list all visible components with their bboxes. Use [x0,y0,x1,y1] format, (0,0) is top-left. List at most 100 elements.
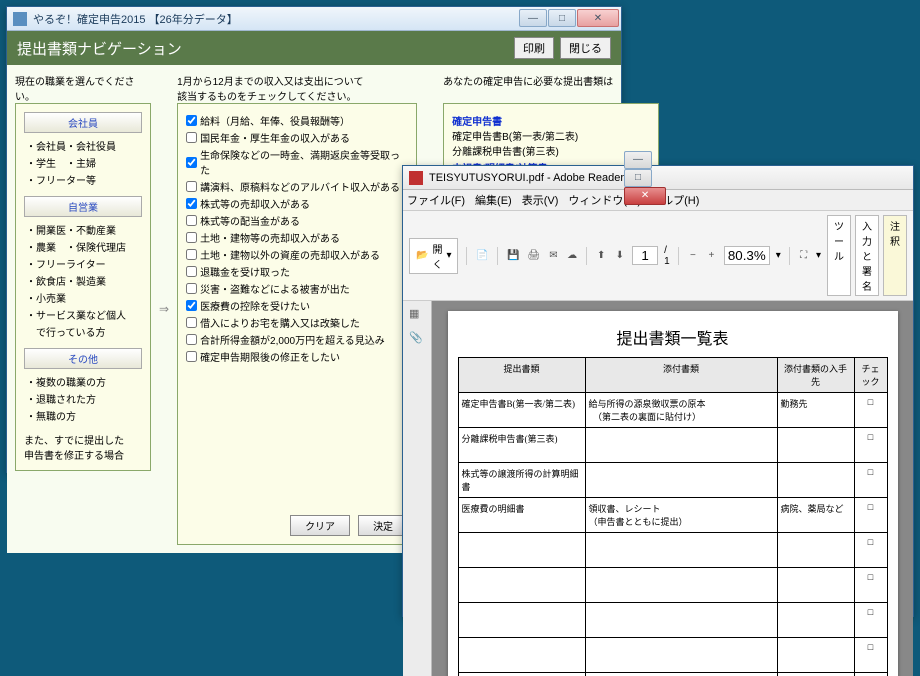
print-icon[interactable]: 🖨 [526,245,541,267]
income-checkbox-row[interactable]: 給料（月給、年俸、役員報酬等） [186,112,408,129]
table-cell [585,673,777,676]
occupation-item: ・飲食店・製造業 [24,272,142,289]
check-cell[interactable]: □ [854,393,887,428]
income-checkbox-row[interactable]: 医療費の控除を受けたい [186,297,408,314]
table-header: チェック [854,358,887,393]
income-checkbox-row[interactable]: 生命保険などの一時金、満期返戻金等受取った [186,146,408,178]
cat-other[interactable]: その他 [24,348,142,369]
income-checkbox-row[interactable]: 合計所得金額が2,000万円を超える見込み [186,331,408,348]
pdf-titlebar[interactable]: TEISYUTUSYORUI.pdf - Adobe Reader ― □ ✕ [403,166,913,190]
check-cell[interactable]: □ [854,498,887,533]
income-checkbox-row[interactable]: 退職金を受け取った [186,263,408,280]
prev-page-icon[interactable]: ⬆ [595,245,608,267]
income-checkbox[interactable] [186,115,197,126]
pdf-minimize[interactable]: ― [624,151,652,169]
table-cell: 給与所得の源泉徴収票の原本 （第二表の裏面に貼付け） [585,393,777,428]
income-checkbox-row[interactable]: 国民年金・厚生年金の収入がある [186,129,408,146]
income-checkbox-row[interactable]: 借入によりお宅を購入又は改築した [186,314,408,331]
menu-item[interactable]: 編集(E) [475,192,512,208]
print-button[interactable]: 印刷 [514,37,554,59]
thumbnails-icon[interactable]: ▦ [409,307,425,323]
table-cell: 株式等の譲渡所得の計算明細書 [458,463,585,498]
table-cell [777,568,854,603]
save-icon[interactable]: 💾 [506,245,520,267]
check-cell[interactable]: □ [854,568,887,603]
close-button[interactable]: ✕ [577,9,619,27]
table-cell [585,568,777,603]
income-checkbox-row[interactable]: 土地・建物以外の資産の売却収入がある [186,246,408,263]
col2-header: 1月から12月までの収入又は支出について 該当するものをチェックしてください。 [177,73,417,97]
table-header: 添付書類 [585,358,777,393]
maximize-button[interactable]: □ [548,9,576,27]
open-button[interactable]: 📂 開く ▾ [409,238,458,274]
income-checkbox[interactable] [186,198,197,209]
check-cell[interactable]: □ [854,463,887,498]
table-cell: 勤務先 [777,393,854,428]
doc-item: 分離課税申告書(第三表) [452,143,650,158]
titlebar[interactable]: やるぞ！確定申告2015 【26年分データ】 ― □ ✕ [7,7,621,31]
occupation-item: ・小売業 [24,289,142,306]
decide-button[interactable]: 決定 [358,515,408,536]
sign-button[interactable]: 入力と署名 [855,215,879,296]
table-cell [458,638,585,673]
check-cell[interactable]: □ [854,533,887,568]
col2-wrap: 1月から12月までの収入又は支出について 該当するものをチェックしてください。 … [177,73,417,545]
app-title: やるぞ！確定申告2015 【26年分データ】 [33,11,238,27]
income-checkbox[interactable] [186,232,197,243]
minimize-button[interactable]: ― [519,9,547,27]
income-checkbox[interactable] [186,283,197,294]
occupation-item: ・サービス業など個人 [24,306,142,323]
check-cell[interactable]: □ [854,428,887,463]
page-area[interactable]: 提出書類一覧表 提出書類添付書類添付書類の入手先チェック確定申告書B(第一表/第… [432,301,913,676]
fit-icon[interactable]: ⛶ [797,245,810,267]
income-checkbox[interactable] [186,181,197,192]
zoom-out-icon[interactable]: − [687,245,700,267]
income-checkbox[interactable] [186,266,197,277]
income-checkbox[interactable] [186,351,197,362]
table-row: □ [458,603,887,638]
mail-icon[interactable]: ✉ [547,245,560,267]
occupation-item: ・退職された方 [24,390,142,407]
income-label: 株式等の売却収入がある [200,196,310,211]
table-cell [585,603,777,638]
table-cell [585,533,777,568]
table-cell [585,638,777,673]
income-checkbox[interactable] [186,317,197,328]
table-cell [458,568,585,603]
income-checkbox[interactable] [186,157,197,168]
note-button[interactable]: 注釈 [883,215,907,296]
clear-button[interactable]: クリア [290,515,350,536]
tool-button[interactable]: ツール [827,215,851,296]
check-cell[interactable]: □ [854,638,887,673]
income-checkbox[interactable] [186,132,197,143]
table-header: 提出書類 [458,358,585,393]
table-cell [585,428,777,463]
cat-employee[interactable]: 会社員 [24,112,142,133]
create-icon[interactable]: 📄 [475,245,489,267]
next-page-icon[interactable]: ⬇ [614,245,627,267]
attachment-icon[interactable]: 📎 [409,331,425,347]
check-cell[interactable]: □ [854,603,887,638]
income-checkbox-row[interactable]: 株式等の配当金がある [186,212,408,229]
menu-item[interactable]: ファイル(F) [407,192,465,208]
income-checkbox-row[interactable]: 確定申告期限後の修正をしたい [186,348,408,365]
pdf-close[interactable]: ✕ [624,187,666,205]
menu-item[interactable]: 表示(V) [522,192,559,208]
income-checkbox[interactable] [186,249,197,260]
income-checkbox-row[interactable]: 講演料、原稿料などのアルバイト収入がある [186,178,408,195]
cat-self[interactable]: 自営業 [24,196,142,217]
income-checkbox-row[interactable]: 株式等の売却収入がある [186,195,408,212]
zoom-in-icon[interactable]: + [705,245,718,267]
income-checkbox[interactable] [186,300,197,311]
income-checkbox[interactable] [186,334,197,345]
page-input[interactable] [632,246,658,265]
income-checkbox-row[interactable]: 土地・建物等の売却収入がある [186,229,408,246]
income-checkbox[interactable] [186,215,197,226]
income-checkbox-row[interactable]: 災害・盗難などによる被害が出た [186,280,408,297]
cloud-icon[interactable]: ☁ [566,245,579,267]
pdf-maximize[interactable]: □ [624,169,652,187]
check-cell[interactable]: □ [854,673,887,676]
zoom-input[interactable] [724,246,770,265]
table-cell: 分離課税申告書(第三表) [458,428,585,463]
close-nav-button[interactable]: 閉じる [560,37,611,59]
